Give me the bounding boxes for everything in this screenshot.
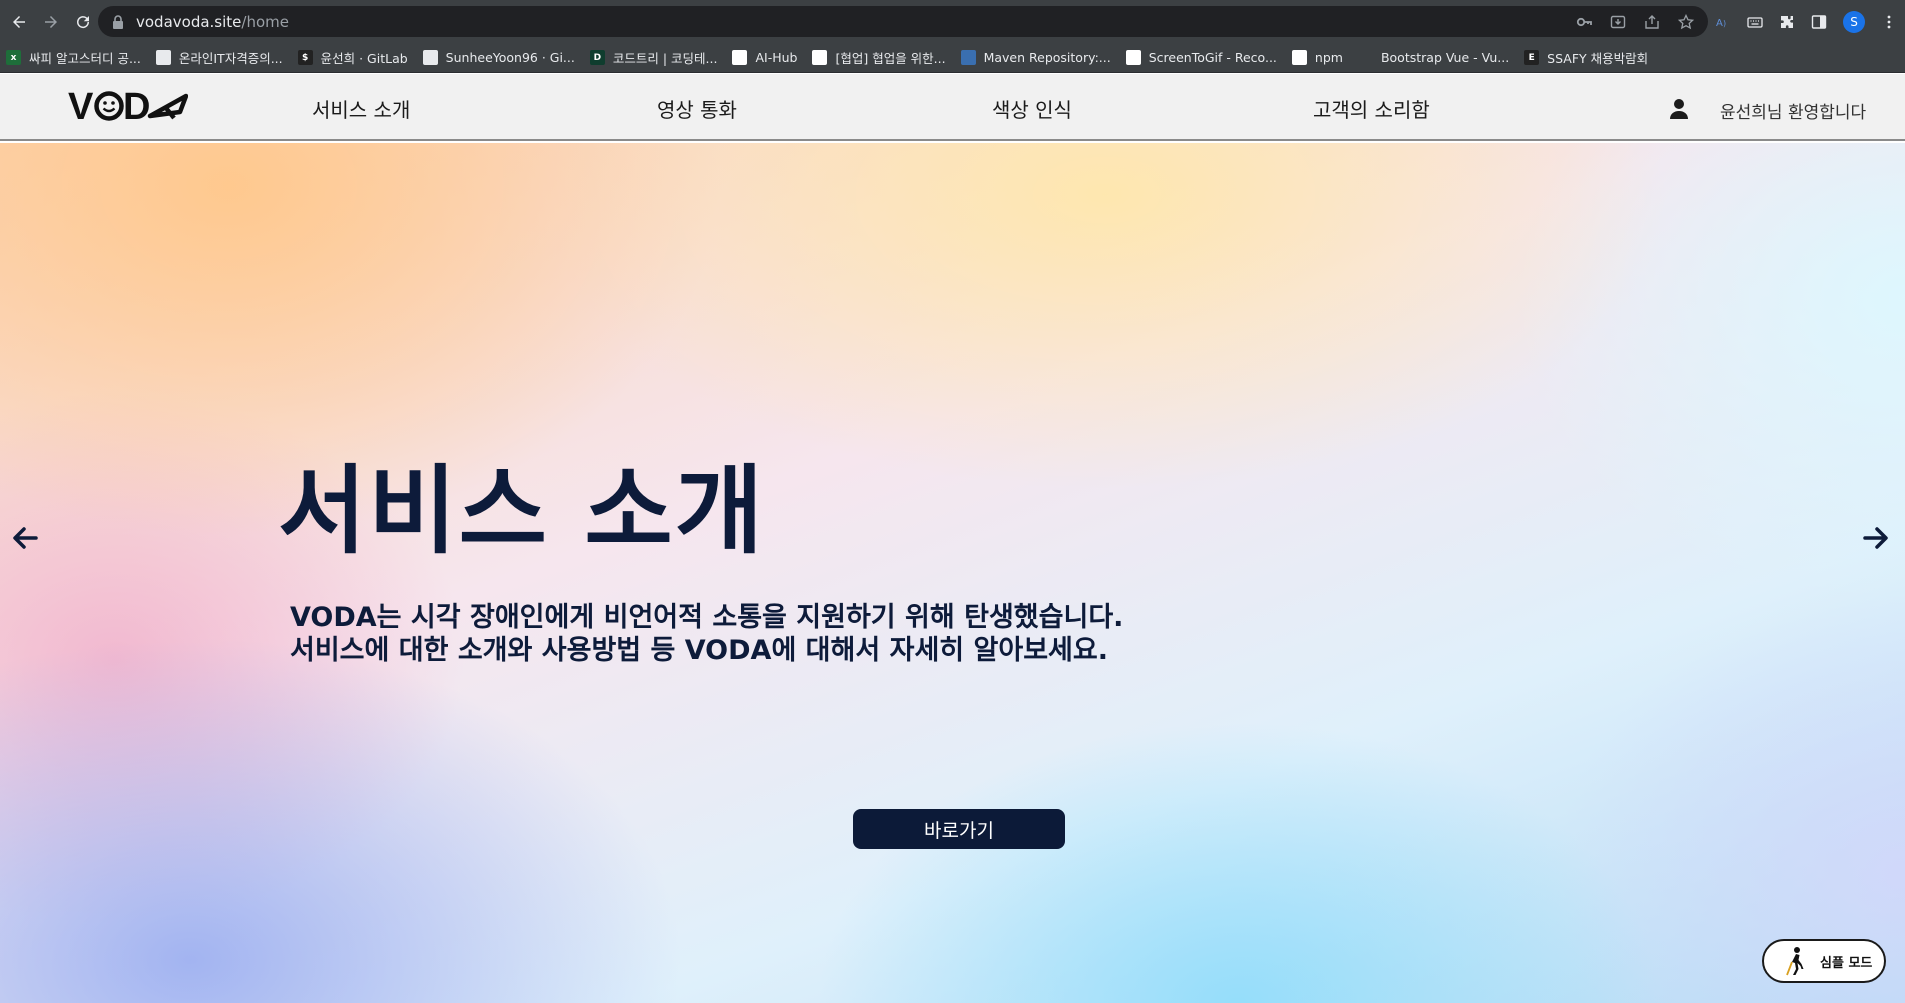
bookmark-label: AI-Hub (755, 50, 798, 65)
back-icon[interactable] (4, 7, 34, 37)
bookmark-item[interactable]: Maven Repository:... (960, 50, 1111, 65)
bookmark-favicon-icon (1357, 50, 1373, 65)
blind-person-icon (1786, 947, 1804, 976)
bookmark-label: 코드트리 | 코딩테... (612, 51, 718, 66)
bookmark-favicon-icon (422, 50, 438, 65)
svg-text:A: A (1716, 18, 1723, 29)
nav-customer-voice[interactable]: 고객의 소리함 (1313, 94, 1430, 123)
bookmark-label: ScreenToGif - Reco... (1148, 50, 1277, 65)
bookmark-favicon-icon (155, 50, 171, 65)
site-header: V D 서비스 소개 영상 통화 색상 인식 고객의 소리함 윤선희님 환영합니… (0, 74, 1905, 141)
bookmark-item[interactable]: SunheeYoon96 · Gi... (422, 50, 575, 65)
simple-mode-button[interactable]: 심플 모드 (1762, 939, 1886, 983)
bookmarks-bar: x 싸피 알고스터디 공... 온라인IT자격증의... $ 윤선희 · GitLab S… (0, 43, 1905, 73)
bookmark-favicon-icon: n (1291, 50, 1307, 65)
bookmark-item[interactable]: Bootstrap Vue - Vu... (1357, 50, 1510, 65)
bookmark-item[interactable]: $ 윤선희 · GitLab (297, 48, 408, 67)
go-button[interactable]: 바로가기 (853, 809, 1065, 849)
install-icon[interactable] (1610, 14, 1626, 30)
svg-text:D: D (123, 86, 150, 126)
bookmark-favicon-icon (732, 50, 748, 65)
bookmark-label: SSAFY 채용박람회 (1547, 51, 1649, 66)
logo-mark: V D (68, 86, 188, 126)
bookmark-item[interactable]: E SSAFY 채용박람회 (1524, 48, 1648, 67)
voda-logo[interactable]: V D (68, 86, 188, 126)
bookmark-label: 윤선희 · GitLab (320, 51, 408, 66)
key-icon[interactable] (1576, 14, 1592, 30)
lock-icon (113, 14, 123, 29)
bookmark-favicon-icon: D (589, 50, 605, 65)
logo-letter-v: V (68, 86, 94, 126)
nav-service-intro[interactable]: 서비스 소개 (312, 94, 410, 123)
more-menu-icon[interactable] (1881, 14, 1897, 30)
bookmark-item[interactable]: [협업] 협업을 위한... (812, 48, 946, 67)
star-icon[interactable] (1678, 13, 1694, 30)
hero-desc-line-1: VODA는 시각 장애인에게 비언어적 소통을 지원하기 위해 탄생했습니다. (290, 602, 1124, 633)
bookmark-favicon-icon (812, 50, 828, 65)
bookmark-favicon-icon (960, 50, 976, 65)
bookmark-label: 온라인IT자격증의... (178, 51, 283, 66)
bookmark-favicon-icon: x (6, 50, 21, 65)
url-path: /home (241, 12, 289, 31)
bookmark-item[interactable]: n npm (1291, 50, 1343, 65)
browser-toolbar: vodavoda.site/home A) S (0, 0, 1905, 43)
hero-carousel: 서비스 소개 VODA는 시각 장애인에게 비언어적 소통을 지원하기 위해 탄… (0, 143, 1905, 1003)
svg-text:): ) (1723, 19, 1726, 28)
keyboard-icon[interactable] (1747, 14, 1763, 30)
user-icon[interactable] (1669, 98, 1689, 120)
bookmark-item[interactable]: AI-Hub (732, 50, 797, 65)
nav-color-recognition[interactable]: 색상 인식 (992, 94, 1072, 123)
bookmark-item[interactable]: ScreenToGif - Reco... (1125, 50, 1277, 65)
next-slide-arrow-icon[interactable] (1861, 523, 1891, 553)
hero-desc-line-2: 서비스에 대한 소개와 사용방법 등 VODA에 대해서 자세히 알아보세요. (290, 635, 1108, 666)
url-domain: vodavoda.site (136, 12, 242, 31)
welcome-text: 윤선희님 환영합니다 (1720, 103, 1867, 123)
simple-mode-label: 심플 모드 (1820, 955, 1873, 971)
hero-title: 서비스 소개 (278, 455, 766, 567)
bookmark-label: 싸피 알고스터디 공... (29, 51, 141, 66)
bookmark-item[interactable]: D 코드트리 | 코딩테... (589, 48, 718, 67)
bookmark-item[interactable]: x 싸피 알고스터디 공... (6, 48, 141, 67)
bookmark-favicon-icon (1125, 50, 1141, 65)
prev-slide-arrow-icon[interactable] (10, 523, 40, 553)
bookmark-favicon-icon: E (1524, 50, 1540, 65)
sidepanel-icon[interactable] (1811, 14, 1827, 30)
reload-icon[interactable] (68, 7, 98, 37)
bookmark-favicon-icon: $ (297, 50, 313, 65)
nav-video-call[interactable]: 영상 통화 (657, 94, 737, 123)
bookmark-label: Maven Repository:... (983, 50, 1111, 65)
bookmark-label: Bootstrap Vue - Vu... (1380, 50, 1510, 65)
hero-description: VODA는 시각 장애인에게 비언어적 소통을 지원하기 위해 탄생했습니다. … (290, 601, 1123, 667)
forward-icon[interactable] (36, 7, 66, 37)
bookmark-label: npm (1314, 50, 1343, 65)
bookmark-label: [협업] 협업을 위한... (835, 51, 946, 66)
profile-avatar[interactable]: S (1843, 10, 1865, 33)
bookmark-label: SunheeYoon96 · Gi... (445, 50, 575, 65)
address-bar[interactable]: vodavoda.site/home (98, 6, 1708, 37)
bookmark-item[interactable]: 온라인IT자격증의... (155, 48, 283, 67)
share-icon[interactable] (1644, 14, 1660, 30)
translate-icon[interactable]: A) (1715, 14, 1731, 30)
extensions-icon[interactable] (1779, 14, 1795, 30)
